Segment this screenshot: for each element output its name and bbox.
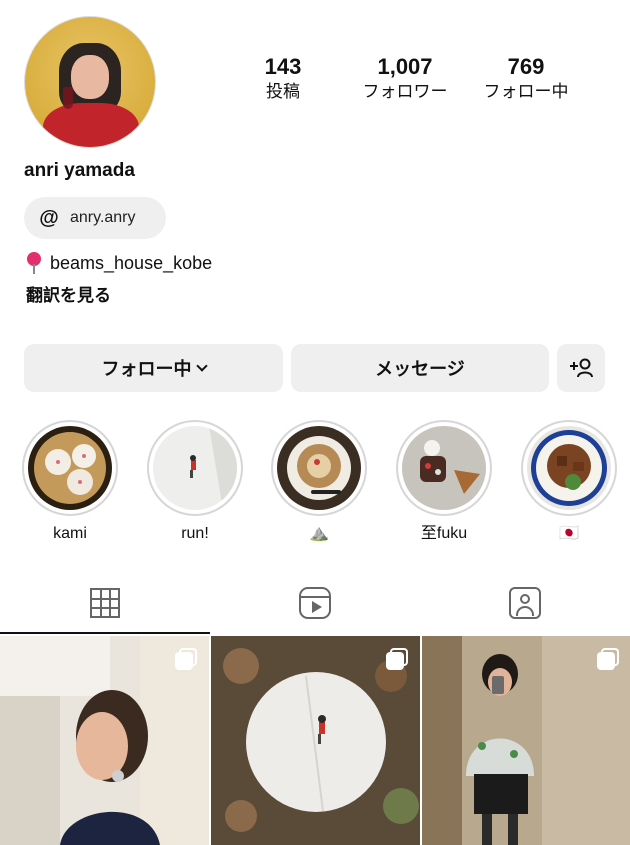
post-tile[interactable] <box>0 636 209 845</box>
highlight-label: kami <box>53 525 87 542</box>
stat-followers-value: 1,007 <box>377 54 433 79</box>
profile-avatar[interactable] <box>24 16 156 148</box>
stat-followers-label: フォロワー <box>362 82 448 101</box>
post-tile[interactable] <box>422 636 630 845</box>
location-text: beams_house_kobe <box>50 252 213 273</box>
avatar-wine-glass <box>63 87 73 109</box>
highlight-thumb-plate <box>527 426 611 510</box>
reels-icon <box>299 587 331 619</box>
carousel-icon <box>386 648 408 670</box>
threads-link-chip[interactable]: @ anry.anry <box>24 197 166 239</box>
avatar-body <box>43 103 139 147</box>
highlight-ring <box>396 420 492 516</box>
highlight-thumb-dessert <box>402 426 486 510</box>
tab-posts-grid[interactable] <box>0 572 210 634</box>
highlight-ring <box>147 420 243 516</box>
stat-following-value: 769 <box>507 54 545 79</box>
highlight-run[interactable]: run! <box>147 420 243 544</box>
tab-reels[interactable] <box>210 572 420 634</box>
highlight-label: 至fuku <box>420 525 468 542</box>
grid-icon <box>90 588 120 618</box>
tagged-icon <box>509 587 541 619</box>
highlight-label: ⛰️ <box>309 525 329 542</box>
following-button-label: フォロー中 <box>101 359 192 379</box>
chevron-down-icon <box>195 360 208 372</box>
location-pin-icon <box>26 252 42 274</box>
stat-followers[interactable]: 1,007 フォロワー <box>345 54 465 104</box>
profile-display-name: anri yamada <box>24 160 135 181</box>
stat-following-label: フォロー中 <box>483 82 569 101</box>
highlight-thumb-coffee <box>277 426 361 510</box>
stat-posts[interactable]: 143 投稿 <box>223 54 343 104</box>
highlight-ring <box>22 420 118 516</box>
post-tile[interactable] <box>211 636 420 845</box>
stat-posts-label: 投稿 <box>266 82 300 101</box>
add-person-icon <box>570 358 593 378</box>
active-tab-indicator <box>0 632 210 634</box>
carousel-icon <box>597 648 619 670</box>
message-button[interactable]: メッセージ <box>291 344 549 392</box>
highlight-label: run! <box>181 525 209 542</box>
highlight-kami[interactable]: kami <box>22 420 118 544</box>
tab-tagged[interactable] <box>420 572 630 634</box>
profile-tabs <box>0 572 630 634</box>
highlight-thumb-buns <box>28 426 112 510</box>
avatar-face <box>71 55 109 99</box>
stat-following[interactable]: 769 フォロー中 <box>466 54 586 104</box>
location-line[interactable]: beams_house_kobe <box>26 252 212 274</box>
highlight-label: 🇯🇵 <box>559 525 579 542</box>
highlight-fuku[interactable]: 至fuku <box>396 420 492 544</box>
highlight-mountain[interactable]: ⛰️ <box>271 420 367 544</box>
threads-icon: @ <box>39 207 59 229</box>
highlight-ring <box>521 420 617 516</box>
following-button[interactable]: フォロー中 <box>24 344 283 392</box>
add-person-button[interactable] <box>557 344 605 392</box>
threads-handle: anry.anry <box>70 209 136 226</box>
highlight-thumb-paper <box>153 426 237 510</box>
message-button-label: メッセージ <box>375 359 465 379</box>
highlight-ring <box>271 420 367 516</box>
highlight-japan[interactable]: 🇯🇵 <box>521 420 617 544</box>
carousel-icon <box>175 648 197 670</box>
stat-posts-value: 143 <box>264 54 302 79</box>
translate-link[interactable]: 翻訳を見る <box>26 281 111 306</box>
